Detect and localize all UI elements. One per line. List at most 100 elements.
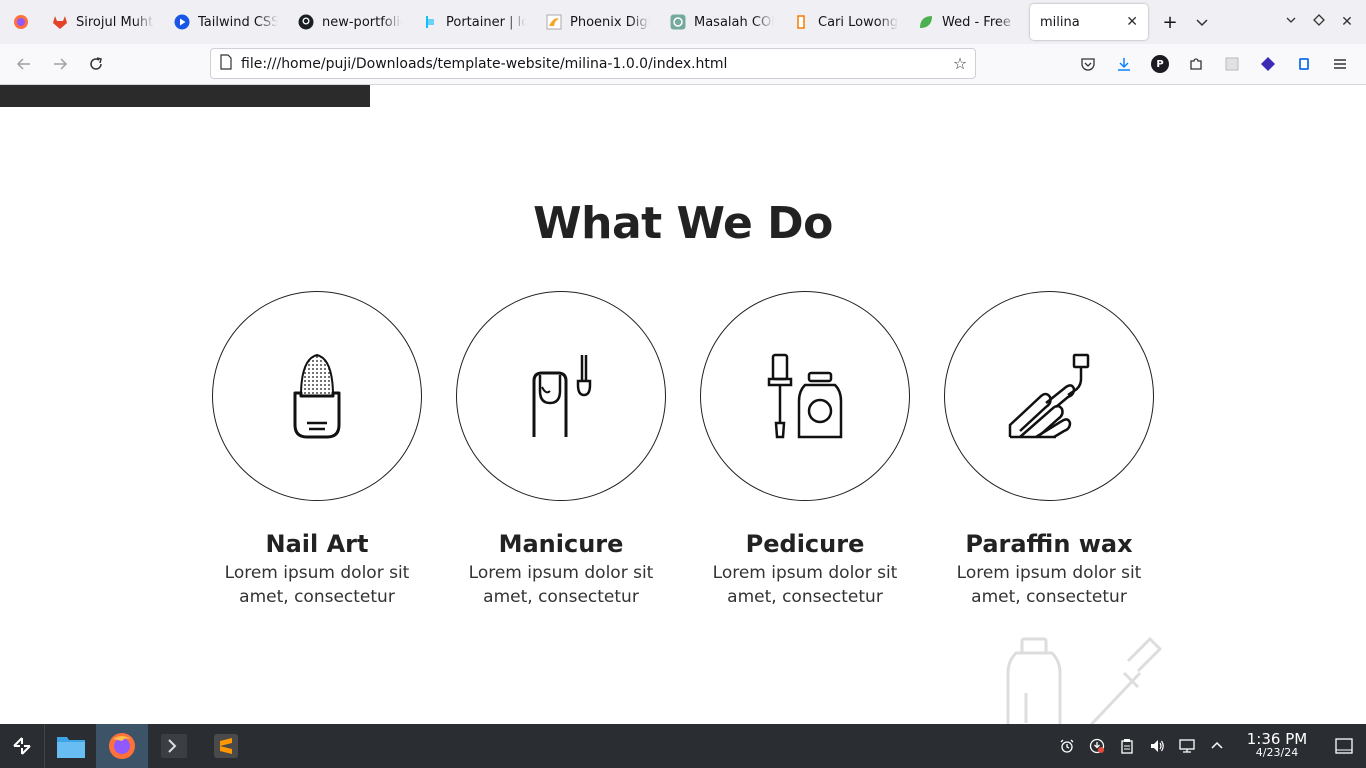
extension-layers-button[interactable] xyxy=(1250,48,1286,80)
minimize-icon[interactable] xyxy=(1280,14,1302,30)
file-manager-button[interactable] xyxy=(44,724,96,768)
extension-grid-button[interactable] xyxy=(1214,48,1250,80)
download-icon xyxy=(1118,58,1130,71)
maximize-icon[interactable] xyxy=(1308,14,1330,30)
tab-sirojul[interactable]: Sirojul Muhta xyxy=(42,4,164,40)
firefox-icon xyxy=(109,733,135,759)
terminal-button[interactable] xyxy=(148,724,200,768)
service-title: Pedicure xyxy=(745,530,865,558)
firefox-view-button[interactable] xyxy=(0,4,42,40)
nail-art-icon xyxy=(293,353,341,439)
paraffin-wax-icon xyxy=(1008,353,1090,439)
service-description: Lorem ipsum dolor sit amet, consectetur xyxy=(468,563,654,607)
web-page: What We Do Nail Art Lorem ipsum dolor si… xyxy=(0,85,1366,724)
service-icon-circle xyxy=(700,291,910,501)
volume-icon[interactable] xyxy=(1142,738,1172,754)
alarm-icon[interactable] xyxy=(1052,738,1082,754)
firefox-icon xyxy=(14,15,28,29)
back-button[interactable] xyxy=(6,46,42,82)
sublime-text-button[interactable] xyxy=(200,724,252,768)
tab-label: Cari Lowonga xyxy=(818,14,898,30)
service-icon-circle xyxy=(944,291,1154,501)
tab-new-portfolio[interactable]: new-portfolio xyxy=(288,4,412,40)
plus-icon: + xyxy=(1162,11,1178,33)
url-text[interactable]: file:///home/puji/Downloads/template-web… xyxy=(241,56,945,72)
clock-time: 1:36 PM xyxy=(1246,730,1308,748)
new-tab-button[interactable]: + xyxy=(1154,6,1186,38)
profile-avatar: P xyxy=(1151,55,1169,73)
clock[interactable]: 1:36 PM 4/23/24 xyxy=(1242,732,1312,760)
play-icon xyxy=(174,14,190,30)
extension-device-button[interactable] xyxy=(1286,48,1322,80)
hamburger-menu-icon xyxy=(1334,59,1346,69)
grid-icon xyxy=(1225,57,1239,71)
service-card: Manicure Lorem ipsum dolor sit amet, con… xyxy=(456,291,666,609)
service-title: Manicure xyxy=(498,530,624,558)
tab-cari-lowongan[interactable]: Cari Lowonga xyxy=(784,4,908,40)
list-all-tabs-button[interactable] xyxy=(1186,6,1218,38)
pocket-button[interactable] xyxy=(1070,48,1106,80)
service-description: Lorem ipsum dolor sit amet, consectetur xyxy=(712,563,898,607)
tab-tailwind[interactable]: Tailwind CSS xyxy=(164,4,288,40)
decorative-nail-polish-icon xyxy=(1006,636,1163,724)
sublime-icon xyxy=(214,734,238,758)
launcher-icon xyxy=(13,737,31,755)
arrow-left-icon xyxy=(16,58,30,70)
chevron-up-icon[interactable] xyxy=(1202,739,1232,753)
tab-label: Phoenix Digi xyxy=(570,14,650,30)
tab-label: new-portfolio xyxy=(322,14,402,30)
close-icon[interactable]: ✕ xyxy=(1126,14,1138,30)
address-bar[interactable]: file:///home/puji/Downloads/template-web… xyxy=(210,48,976,79)
extensions-button[interactable] xyxy=(1178,48,1214,80)
menu-button[interactable] xyxy=(1322,48,1358,80)
phoenix-icon xyxy=(546,14,562,30)
service-title: Paraffin wax xyxy=(965,530,1133,558)
chatgpt-icon xyxy=(670,14,686,30)
tab-label: Tailwind CSS xyxy=(198,14,278,30)
clipboard-icon[interactable] xyxy=(1112,738,1142,754)
tab-phoenix[interactable]: Phoenix Digi xyxy=(536,4,660,40)
network-icon[interactable] xyxy=(1172,738,1202,754)
forward-button[interactable] xyxy=(42,46,78,82)
manicure-icon xyxy=(532,355,592,437)
reload-button[interactable] xyxy=(78,46,114,82)
device-icon xyxy=(1299,58,1309,70)
firefox-taskbar-button[interactable] xyxy=(96,724,148,768)
service-card: Pedicure Lorem ipsum dolor sit amet, con… xyxy=(700,291,910,609)
tab-label: Portainer | lo xyxy=(446,14,526,30)
page-icon xyxy=(211,53,241,74)
tab-masalah[interactable]: Masalah COR xyxy=(660,4,784,40)
update-icon[interactable] xyxy=(1082,738,1112,754)
service-description: Lorem ipsum dolor sit amet, consectetur xyxy=(956,563,1142,607)
nail-polish-icon xyxy=(767,353,843,439)
tab-label: Wed - Free B xyxy=(942,14,1016,30)
bookmark-star-icon[interactable]: ☆ xyxy=(945,54,975,73)
show-desktop-button[interactable] xyxy=(1322,738,1366,754)
profile-button[interactable]: P xyxy=(1142,48,1178,80)
service-card: Paraffin wax Lorem ipsum dolor sit amet,… xyxy=(944,291,1154,609)
gitlab-icon xyxy=(52,14,68,30)
tab-portainer[interactable]: Portainer | lo xyxy=(412,4,536,40)
github-icon xyxy=(298,14,314,30)
desktop-icon xyxy=(1335,738,1353,754)
browser-tab-bar: Sirojul Muhta Tailwind CSS new-portfolio… xyxy=(0,0,1366,44)
service-icon-circle xyxy=(212,291,422,501)
service-description: Lorem ipsum dolor sit amet, consectetur xyxy=(224,563,410,607)
system-taskbar: 1:36 PM 4/23/24 xyxy=(0,724,1366,768)
reload-icon xyxy=(90,57,102,70)
downloads-button[interactable] xyxy=(1106,48,1142,80)
system-tray: 1:36 PM 4/23/24 xyxy=(1052,724,1366,768)
navigation-toolbar: file:///home/puji/Downloads/template-web… xyxy=(0,44,1366,85)
folder-icon xyxy=(56,737,85,758)
portainer-icon xyxy=(422,14,438,30)
service-card: Nail Art Lorem ipsum dolor sit amet, con… xyxy=(212,291,422,609)
section-heading: What We Do xyxy=(533,198,833,249)
tab-wed[interactable]: Wed - Free B xyxy=(908,4,1026,40)
close-window-icon[interactable]: ✕ xyxy=(1336,14,1358,30)
header-bar xyxy=(0,85,370,107)
app-launcher-button[interactable] xyxy=(0,724,44,768)
window-controls: ✕ xyxy=(1280,0,1366,44)
puzzle-icon xyxy=(1190,58,1202,70)
tab-label: Sirojul Muhta xyxy=(76,14,154,30)
tab-milina[interactable]: milina ✕ xyxy=(1030,4,1148,40)
